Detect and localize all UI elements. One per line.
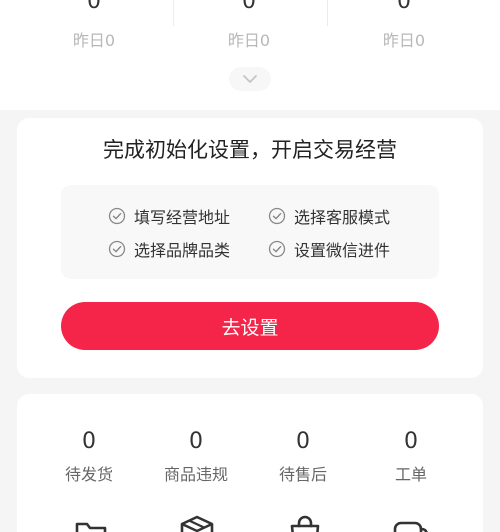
top-stat-value: 0: [397, 0, 411, 14]
check-circle-icon: [108, 207, 126, 225]
check-circle-icon: [108, 240, 126, 258]
order-stat-label: 商品违规: [163, 465, 228, 484]
task-item[interactable]: 选择客服模式: [268, 205, 390, 227]
order-stat-value: 0: [82, 429, 96, 454]
orders-card: 0 待发货 0 商品违规 0 待售后 0 工单: [17, 394, 483, 532]
go-setup-button[interactable]: 去设置: [61, 302, 439, 350]
order-stat-label: 工单: [394, 465, 427, 484]
top-stats-panel: 0 昨日0 0 昨日0 0 昨日0: [0, 0, 500, 110]
order-stat-label: 待售后: [278, 465, 327, 484]
check-circle-icon: [268, 240, 286, 258]
box-icon[interactable]: [177, 512, 217, 532]
setup-title: 完成初始化设置，开启交易经营: [103, 138, 397, 162]
top-stat-yesterday: 昨日0: [72, 31, 116, 50]
chat-icon[interactable]: [391, 512, 431, 532]
order-stat-label: 待发货: [64, 465, 113, 484]
task-label: 选择品牌品类: [134, 241, 231, 260]
task-label: 填写经营地址: [134, 208, 231, 227]
top-stat-value: 0: [87, 0, 101, 14]
order-stat-value: 0: [189, 429, 203, 454]
task-label: 设置微信进件: [294, 241, 391, 260]
task-item[interactable]: 填写经营地址: [108, 205, 230, 227]
task-item[interactable]: 设置微信进件: [268, 238, 390, 260]
folder-icon[interactable]: [71, 512, 111, 532]
task-list: 填写经营地址 选择客服模式 选择品牌品类 设置微信进件: [61, 185, 439, 279]
bag-icon[interactable]: [285, 512, 325, 532]
check-circle-icon: [268, 207, 286, 225]
divider: [327, 0, 328, 26]
expand-button[interactable]: [229, 67, 271, 91]
order-stat-value: 0: [404, 429, 418, 454]
top-stat-value: 0: [242, 0, 256, 14]
page: 0 昨日0 0 昨日0 0 昨日0 完成初始化设置，开启交易经营 填写经营地址 …: [0, 0, 500, 532]
task-label: 选择客服模式: [294, 208, 391, 227]
setup-card: 完成初始化设置，开启交易经营 填写经营地址 选择客服模式 选择品牌品类 设置微信…: [17, 118, 483, 378]
order-stat-value: 0: [296, 429, 310, 454]
task-item[interactable]: 选择品牌品类: [108, 238, 230, 260]
top-stat-yesterday: 昨日0: [227, 31, 271, 50]
chevron-down-icon: [243, 75, 257, 83]
top-stat-yesterday: 昨日0: [382, 31, 426, 50]
divider: [173, 0, 174, 26]
